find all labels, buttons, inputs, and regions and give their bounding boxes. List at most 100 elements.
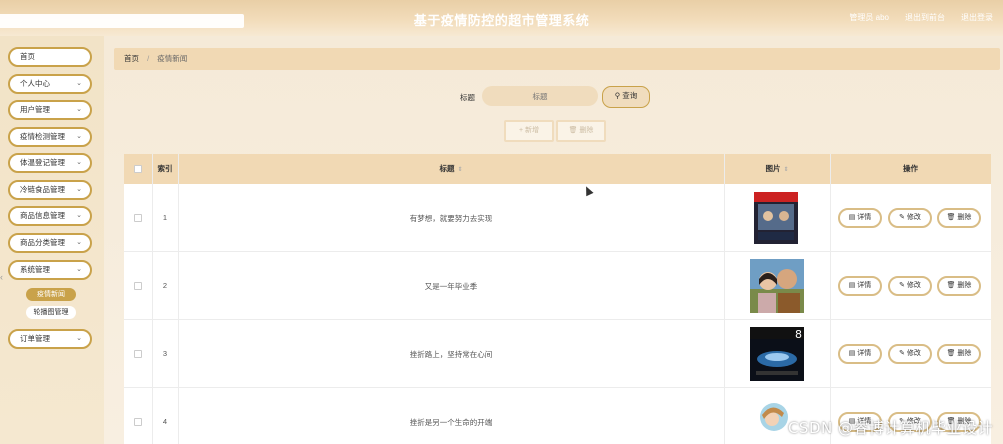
plus-icon: + [518, 127, 524, 134]
sidebar-item-order-management[interactable]: 订单管理 ⌄ [8, 329, 92, 349]
row-index: 3 [162, 349, 168, 358]
row-title: 有梦想，就要努力去实现 [409, 214, 493, 223]
header-links: 管理员 abo 退出到前台 退出登录 [849, 12, 993, 23]
sidebar-item-home[interactable]: 首页 [8, 47, 92, 67]
column-header-index: 索引 [157, 164, 173, 173]
detail-label: 详情 [857, 214, 872, 221]
top-header: 基于疫情防控的超市管理系统 管理员 abo 退出到前台 退出登录 [0, 0, 1003, 36]
chevron-down-icon: ⌄ [76, 335, 82, 342]
column-header-actions: 操作 [903, 164, 918, 173]
search-input[interactable] [482, 86, 598, 106]
edit-button[interactable]: ✎ 修改 [888, 208, 932, 228]
edit-button[interactable]: ✎ 修改 [888, 276, 932, 296]
sort-icon[interactable]: ⇕ [783, 167, 788, 173]
column-header-title-label: 标题 [439, 164, 455, 173]
edit-button[interactable]: ✎ 修改 [888, 344, 932, 364]
trash-icon: 🗑 [946, 282, 956, 289]
breadcrumb-current: 疫情新闻 [157, 54, 188, 63]
main-content: 首页 / 疫情新闻 标题 ⚲ 查询 + 新增 🗑 删除 索引 标题⇕ 图片⇕ 操… [104, 36, 1003, 444]
sidebar-item-temperature-registration[interactable]: 体温登记管理 ⌄ [8, 153, 92, 173]
delete-label: 删除 [957, 350, 972, 357]
row-title: 又是一年毕业季 [424, 282, 478, 291]
sidebar-item-label: 商品分类管理 [20, 238, 65, 247]
delete-label: 删除 [957, 214, 972, 221]
logout-link[interactable]: 退出登录 [961, 12, 993, 23]
row-checkbox[interactable] [134, 350, 142, 358]
sidebar-item-cold-chain-food[interactable]: 冷链食品管理 ⌄ [8, 180, 92, 200]
document-icon: ▤ [848, 214, 856, 221]
add-button-label: 新增 [525, 127, 540, 134]
row-index: 4 [162, 417, 168, 426]
trash-icon: 🗑 [946, 214, 956, 221]
edit-label: 修改 [906, 214, 921, 221]
sort-icon[interactable]: ⇕ [457, 167, 462, 173]
magazine-cover-image [752, 192, 802, 244]
batch-delete-button[interactable]: 🗑 删除 [556, 120, 606, 142]
row-title: 挫折路上，坚持常在心间 [409, 350, 493, 359]
row-index: 1 [162, 213, 168, 222]
back-to-frontend-link[interactable]: 退出到前台 [905, 12, 945, 23]
chevron-down-icon: ⌄ [76, 159, 82, 166]
watermark: CSDN @睿博计算机毕业设计 [787, 419, 993, 437]
sidebar-item-product-category[interactable]: 商品分类管理 ⌄ [8, 233, 92, 253]
table-header: 索引 标题 ⇕ 图片 ⇕ 操作 [124, 154, 991, 184]
news-table: 索引 标题 ⇕ 图片 ⇕ 操作 1 有梦想，就要努力去实现 ▤ 详情 ✎ 修改 … [124, 154, 991, 444]
edit-label: 修改 [906, 350, 921, 357]
sidebar-item-label: 体温登记管理 [20, 158, 65, 167]
column-header-image-label: 图片 [765, 164, 781, 173]
sidebar-collapse-icon[interactable]: ‹ [0, 272, 6, 286]
detail-label: 详情 [857, 282, 872, 289]
sidebar-item-label: 订单管理 [20, 334, 50, 343]
row-checkbox[interactable] [134, 282, 142, 290]
search-icon: ⚲ [614, 91, 621, 100]
row-checkbox[interactable] [134, 418, 142, 426]
detail-label: 详情 [857, 350, 872, 357]
sidebar-item-product-info[interactable]: 商品信息管理 ⌄ [8, 206, 92, 226]
row-checkbox[interactable] [134, 214, 142, 222]
detail-button[interactable]: ▤ 详情 [838, 276, 882, 296]
chevron-down-icon: ⌄ [76, 239, 82, 246]
pencil-icon: ✎ [899, 214, 905, 221]
pencil-icon: ✎ [899, 350, 905, 357]
chevron-down-icon: ⌄ [76, 106, 82, 113]
detail-button[interactable]: ▤ 详情 [838, 344, 882, 364]
sidebar-item-label: 商品信息管理 [20, 211, 65, 220]
delete-button[interactable]: 🗑 删除 [937, 344, 981, 364]
sidebar-item-label: 疫情检测管理 [20, 132, 65, 141]
sidebar-subitem-epidemic-news[interactable]: 疫情新闻 [26, 288, 76, 301]
delete-button-label: 删除 [579, 127, 594, 134]
sidebar-item-epidemic-detection[interactable]: 疫情检测管理 ⌄ [8, 127, 92, 147]
search-button[interactable]: ⚲ 查询 [602, 86, 650, 108]
family-selfie-image [750, 259, 804, 313]
chevron-down-icon: ⌄ [76, 266, 82, 273]
breadcrumb-home[interactable]: 首页 [124, 54, 139, 63]
column-header-image[interactable]: 图片 ⇕ [724, 154, 830, 184]
sidebar-item-label: 个人中心 [20, 79, 50, 88]
delete-button[interactable]: 🗑 删除 [937, 276, 981, 296]
svg-text:8: 8 [795, 328, 802, 341]
add-button[interactable]: + 新增 [504, 120, 554, 142]
sidebar-item-personal-center[interactable]: 个人中心 ⌄ [8, 74, 92, 94]
sidebar-item-label: 用户管理 [20, 105, 50, 114]
delete-button[interactable]: 🗑 删除 [937, 208, 981, 228]
table-row: 3 挫折路上，坚持常在心间 8 ▤ 详情 ✎ 修改 🗑 删除 [124, 320, 991, 388]
sidebar: 首页 个人中心 ⌄ 用户管理 ⌄ 疫情检测管理 ⌄ 体温登记管理 ⌄ 冷链食品管理 ⌄ 商… [0, 36, 104, 444]
trash-icon: 🗑 [946, 350, 956, 357]
detail-button[interactable]: ▤ 详情 [838, 208, 882, 228]
document-icon: ▤ [848, 282, 856, 289]
chevron-down-icon: ⌄ [76, 186, 82, 193]
sidebar-item-user-management[interactable]: 用户管理 ⌄ [8, 100, 92, 120]
column-header-title[interactable]: 标题 ⇕ [178, 154, 724, 184]
row-index: 2 [162, 281, 168, 290]
document-icon: ▤ [848, 350, 856, 357]
pencil-icon: ✎ [899, 282, 905, 289]
table-row: 1 有梦想，就要努力去实现 ▤ 详情 ✎ 修改 🗑 删除 [124, 184, 991, 252]
search-button-label: 查询 [622, 91, 638, 100]
breadcrumb-separator: / [147, 54, 150, 63]
sidebar-subitem-carousel[interactable]: 轮播图管理 [26, 306, 76, 319]
chevron-down-icon: ⌄ [76, 80, 82, 87]
chevron-down-icon: ⌄ [76, 212, 82, 219]
chevron-down-icon: ⌄ [76, 133, 82, 140]
select-all-checkbox[interactable] [134, 165, 142, 173]
sidebar-item-system-management[interactable]: 系统管理 ⌄ [8, 260, 92, 280]
